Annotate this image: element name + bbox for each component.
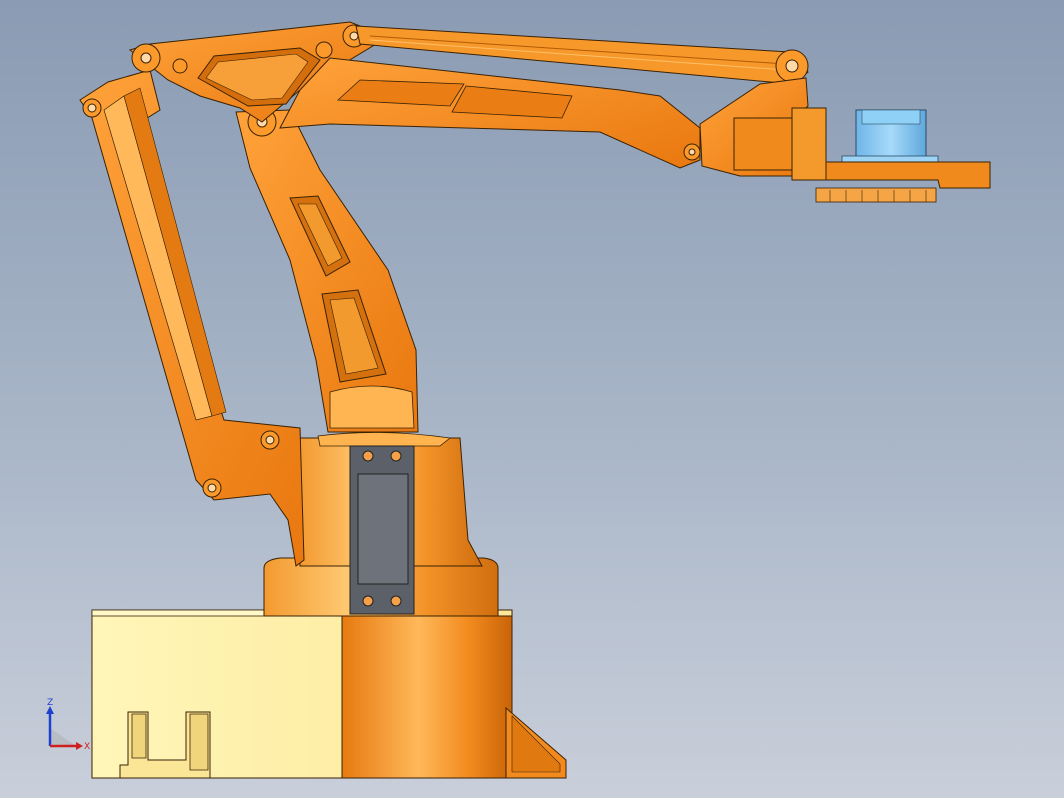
triad-plane <box>50 728 76 746</box>
robot-arm-model[interactable] <box>0 0 1064 798</box>
x-axis-label: X <box>84 742 90 752</box>
upper-arm[interactable] <box>279 57 701 169</box>
axis-triad: Z X <box>38 698 98 758</box>
lower-arm[interactable] <box>235 107 419 433</box>
motor-housing[interactable] <box>349 445 415 615</box>
end-effector[interactable] <box>815 109 991 203</box>
z-axis-label: Z <box>47 698 53 708</box>
wrist-bracket[interactable] <box>699 77 827 181</box>
x-axis-arrowhead <box>76 742 83 750</box>
base-platform[interactable] <box>91 609 567 779</box>
cad-viewport[interactable]: Z X <box>0 0 1064 798</box>
